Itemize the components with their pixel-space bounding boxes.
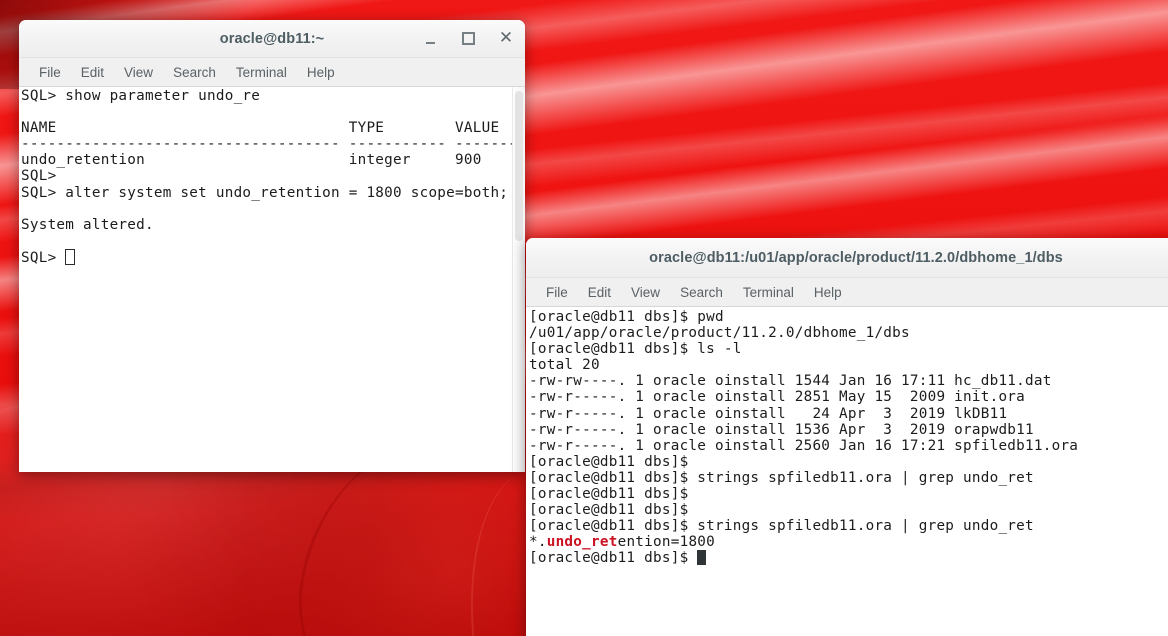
close-icon: ✕ xyxy=(498,28,514,48)
menu-help[interactable]: Help xyxy=(804,282,852,303)
menu-file[interactable]: File xyxy=(536,282,578,303)
desktop: oracle@db11:~ ✕ File Edit View Search Te… xyxy=(0,0,1168,636)
menu-file[interactable]: File xyxy=(29,62,71,83)
terminal-body-shell[interactable]: [oracle@db11 dbs]$ pwd /u01/app/oracle/p… xyxy=(526,307,1168,636)
menu-search[interactable]: Search xyxy=(670,282,733,303)
terminal-line: [oracle@db11 dbs]$ xyxy=(529,502,689,519)
terminal-line: [oracle@db11 dbs]$ strings spfiledb11.or… xyxy=(529,518,1034,535)
terminal-line: /u01/app/oracle/product/11.2.0/dbhome_1/… xyxy=(529,325,910,342)
terminal-body-sqlplus[interactable]: SQL> show parameter undo_re NAME TYPE VA… xyxy=(19,87,525,472)
terminal-line: undo_retention integer 900 xyxy=(21,152,482,169)
window-title-sqlplus: oracle@db11:~ xyxy=(219,30,325,47)
terminal-window-sqlplus[interactable]: oracle@db11:~ ✕ File Edit View Search Te… xyxy=(19,20,525,472)
terminal-line: [oracle@db11 dbs]$ pwd xyxy=(529,309,724,325)
terminal-output-sqlplus: SQL> show parameter undo_re NAME TYPE VA… xyxy=(21,88,525,266)
grep-result-prefix: *. xyxy=(529,534,547,551)
terminal-line: -rw-r-----. 1 oracle oinstall 24 Apr 3 2… xyxy=(529,405,1008,422)
text-cursor xyxy=(65,248,76,265)
menu-terminal[interactable]: Terminal xyxy=(733,282,804,303)
grep-result-suffix: ention=1800 xyxy=(617,534,716,551)
minimize-icon xyxy=(425,41,435,44)
terminal-line: System altered. xyxy=(21,216,154,233)
menu-view[interactable]: View xyxy=(621,282,670,303)
terminal-line: -rw-rw----. 1 oracle oinstall 1544 Jan 1… xyxy=(529,373,1052,390)
terminal-line: total 20 xyxy=(529,357,600,374)
scrollbar-thumb[interactable] xyxy=(515,91,523,241)
terminal-line: SQL> alter system set undo_retention = 1… xyxy=(21,184,509,201)
terminal-line: [oracle@db11 dbs]$ ls -l xyxy=(529,341,742,358)
titlebar-sqlplus[interactable]: oracle@db11:~ ✕ xyxy=(19,20,525,58)
terminal-line: SQL> show parameter undo_re xyxy=(21,88,261,104)
terminal-line: [oracle@db11 dbs]$ strings spfiledb11.or… xyxy=(529,469,1034,486)
menu-terminal[interactable]: Terminal xyxy=(226,62,297,83)
close-button[interactable]: ✕ xyxy=(497,30,515,48)
terminal-line: NAME TYPE VALUE xyxy=(21,120,500,137)
menu-search[interactable]: Search xyxy=(163,62,226,83)
terminal-window-shell[interactable]: oracle@db11:/u01/app/oracle/product/11.2… xyxy=(526,238,1168,636)
maximize-button[interactable] xyxy=(459,30,477,48)
terminal-line: -rw-r-----. 1 oracle oinstall 2851 May 1… xyxy=(529,389,1026,406)
terminal-line: SQL> xyxy=(21,168,57,185)
terminal-line: ------------------------------------ ---… xyxy=(21,136,525,153)
terminal-line: [oracle@db11 dbs]$ xyxy=(529,486,689,503)
minimize-button[interactable] xyxy=(421,30,439,48)
menu-view[interactable]: View xyxy=(114,62,163,83)
terminal-line: -rw-r-----. 1 oracle oinstall 2560 Jan 1… xyxy=(529,437,1079,454)
terminal-output-shell: [oracle@db11 dbs]$ pwd /u01/app/oracle/p… xyxy=(529,309,1078,567)
text-cursor xyxy=(697,550,707,566)
titlebar-shell[interactable]: oracle@db11:/u01/app/oracle/product/11.2… xyxy=(526,238,1168,278)
terminal-line: -rw-r-----. 1 oracle oinstall 1536 Apr 3… xyxy=(529,421,1034,438)
menu-edit[interactable]: Edit xyxy=(71,62,114,83)
window-title-shell: oracle@db11:/u01/app/oracle/product/11.2… xyxy=(649,249,1063,266)
terminal-prompt: [oracle@db11 dbs]$ xyxy=(529,550,698,567)
terminal-line: [oracle@db11 dbs]$ xyxy=(529,453,689,470)
grep-result-match: undo_ret xyxy=(546,534,618,551)
terminal-prompt: SQL> xyxy=(21,249,66,266)
menu-edit[interactable]: Edit xyxy=(578,282,621,303)
scrollbar-sqlplus[interactable] xyxy=(512,87,525,472)
menubar-shell: File Edit View Search Terminal Help xyxy=(526,278,1168,307)
menu-help[interactable]: Help xyxy=(297,62,345,83)
menubar-sqlplus: File Edit View Search Terminal Help xyxy=(19,58,525,87)
window-controls-sqlplus: ✕ xyxy=(421,20,515,57)
maximize-icon xyxy=(461,32,475,45)
